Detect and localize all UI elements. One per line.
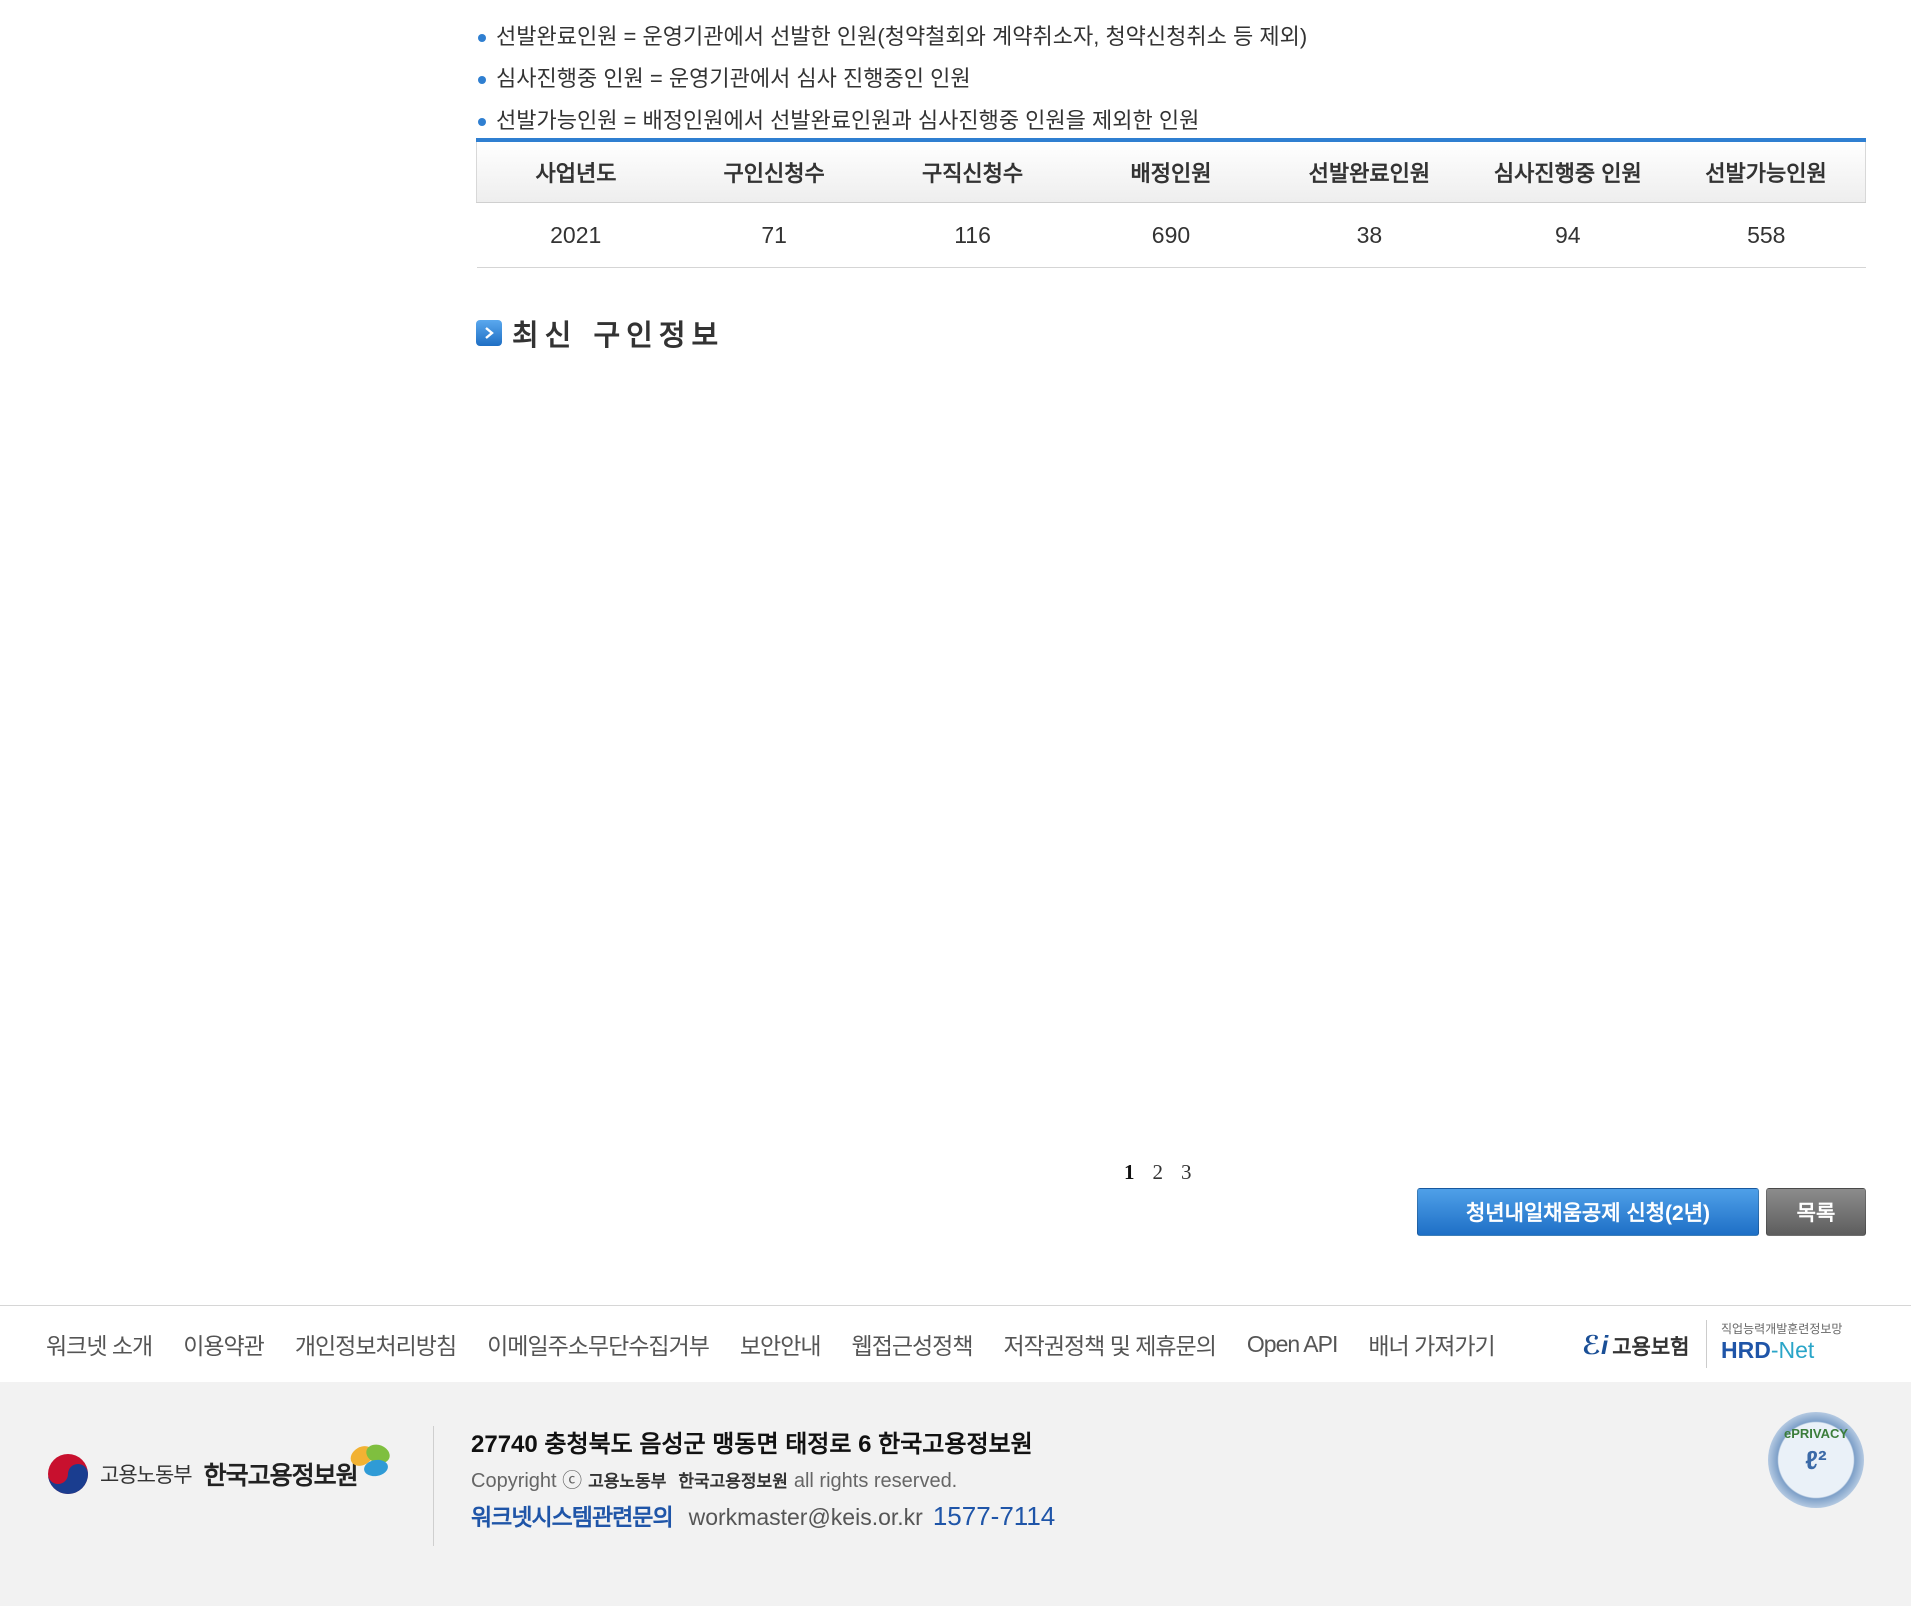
insurance-logo-text: 고용보험 <box>1612 1335 1690 1359</box>
section-heading: 최신 구인정보 <box>476 312 724 354</box>
footer-info: 고용노동부 한국고용정보원 27740 충청북도 음성군 맹동면 태정로 6 한… <box>0 1382 1911 1606</box>
col-header: 배정인원 <box>1071 138 1271 203</box>
table-cell: 116 <box>873 202 1072 268</box>
employment-insurance-logo[interactable]: ℰi 고용보험 <box>1582 1330 1689 1361</box>
taegeuk-icon <box>48 1454 88 1494</box>
table-cell: 94 <box>1468 202 1668 268</box>
footer-nav: 워크넷 소개 이용약관 개인정보처리방침 이메일주소무단수집거부 보안안내 웹접… <box>46 1306 1526 1382</box>
list-button[interactable]: 목록 <box>1766 1188 1866 1236</box>
footer-link-security[interactable]: 보안안내 <box>740 1327 822 1361</box>
col-header: 구인신청수 <box>674 138 874 203</box>
ministry-logo: 고용노동부 한국고용정보원 <box>46 1444 390 1496</box>
footer-link-privacy[interactable]: 개인정보처리방침 <box>295 1327 457 1361</box>
footer-link-banner[interactable]: 배너 가져가기 <box>1368 1327 1495 1361</box>
contact-email[interactable]: workmaster@keis.or.kr <box>689 1504 923 1531</box>
hrd-title: HRD-Net <box>1721 1337 1815 1363</box>
insurance-mark-icon: ℰi <box>1582 1330 1609 1360</box>
footer-link-about[interactable]: 워크넷 소개 <box>46 1327 153 1361</box>
contact-phone: 1577-7114 <box>932 1501 1056 1531</box>
page-link-2[interactable]: 2 <box>1153 1160 1164 1185</box>
footer-link-terms[interactable]: 이용약관 <box>183 1327 265 1361</box>
privacy-mark-icon: ℓ² <box>1805 1444 1827 1475</box>
stats-table: 사업년도 구인신청수 구직신청수 배정인원 선발완료인원 심사진행중 인원 선발… <box>475 138 1867 268</box>
footer-link-accessibility[interactable]: 웹접근성정책 <box>852 1327 974 1361</box>
table-cell: 2021 <box>476 202 675 268</box>
pagination: 1 2 3 <box>1124 1160 1192 1185</box>
note-item: 심사진행중 인원 = 운영기관에서 심사 진행중인 인원 <box>476 58 1307 100</box>
section-title: 최신 구인정보 <box>512 318 725 352</box>
eprivacy-text: ePRIVACY <box>1783 1426 1849 1441</box>
org-name: 한국고용정보원 <box>203 1462 359 1490</box>
col-header: 사업년도 <box>475 138 675 203</box>
apply-button[interactable]: 청년내일채움공제 신청(2년) <box>1417 1188 1759 1236</box>
copyright: Copyright ⓒ 고용노동부 한국고용정보원 all rights reserv… <box>471 1470 958 1492</box>
note-item: 선발가능인원 = 배정인원에서 선발완료인원과 심사진행중 인원을 제외한 인원 <box>476 100 1307 142</box>
table-row: 2021 71 116 690 38 94 558 <box>476 202 1866 268</box>
footer-divider <box>433 1426 434 1546</box>
table-cell: 71 <box>674 202 874 268</box>
table-cell: 558 <box>1667 202 1866 268</box>
page-link-1[interactable]: 1 <box>1124 1160 1135 1185</box>
note-item: 선발완료인원 = 운영기관에서 선발한 인원(청약철회와 계약취소자, 청약신청… <box>476 16 1307 58</box>
table-header-row: 사업년도 구인신청수 구직신청수 배정인원 선발완료인원 심사진행중 인원 선발… <box>475 138 1867 203</box>
chevron-right-icon <box>476 320 502 346</box>
footer-link-open-api[interactable]: Open API <box>1247 1331 1338 1358</box>
hrd-subtitle: 직업능력개발훈련정보망 <box>1721 1322 1843 1336</box>
table-cell: 690 <box>1071 202 1271 268</box>
keis-leaf-icon <box>350 1444 390 1477</box>
ministry-name: 고용노동부 <box>100 1464 193 1487</box>
contact-label: 워크넷시스템관련문의 <box>471 1504 674 1530</box>
col-header: 심사진행중 인원 <box>1468 138 1668 203</box>
footer-link-email-refusal[interactable]: 이메일주소무단수집거부 <box>487 1327 710 1361</box>
contact-info: 워크넷시스템관련문의 workmaster@keis.or.kr 1577-71… <box>471 1498 1055 1532</box>
address: 27740 충청북도 음성군 맹동면 태정로 6 한국고용정보원 <box>471 1431 1033 1458</box>
hrd-net-logo[interactable]: 직업능력개발훈련정보망 HRD-Net <box>1706 1320 1842 1368</box>
footer-link-copyright[interactable]: 저작권정책 및 제휴문의 <box>1004 1327 1217 1361</box>
notes-list: 선발완료인원 = 운영기관에서 선발한 인원(청약철회와 계약취소자, 청약신청… <box>476 16 1307 142</box>
footer-links-bar: 워크넷 소개 이용약관 개인정보처리방침 이메일주소무단수집거부 보안안내 웹접… <box>0 1305 1911 1383</box>
eprivacy-badge[interactable]: ePRIVACY ℓ² <box>1768 1412 1864 1508</box>
col-header: 구직신청수 <box>873 138 1072 203</box>
col-header: 선발가능인원 <box>1667 138 1867 203</box>
page-link-3[interactable]: 3 <box>1181 1160 1192 1185</box>
table-cell: 38 <box>1270 202 1469 268</box>
col-header: 선발완료인원 <box>1270 138 1469 203</box>
